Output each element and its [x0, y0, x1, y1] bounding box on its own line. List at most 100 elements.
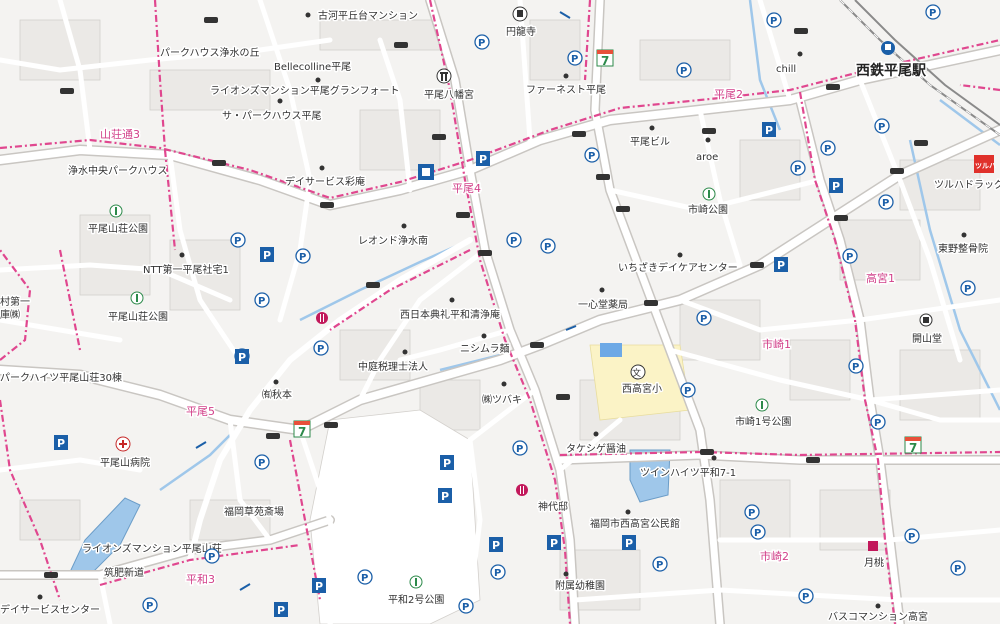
place-label-3: パークハウス浄水の丘	[160, 46, 260, 59]
area-label-3: 平尾2	[714, 88, 743, 101]
parking-icon: P	[652, 556, 668, 572]
svg-text:P: P	[625, 537, 633, 550]
svg-text:P: P	[479, 153, 487, 166]
place-label-16: レオンド浄水南	[358, 234, 428, 247]
area-label-2: 平尾4	[452, 182, 481, 195]
place-label-40: 平和2号公園	[388, 594, 444, 606]
svg-text:P: P	[852, 362, 859, 373]
parking-icon: P	[904, 528, 920, 544]
parking-icon: P	[254, 292, 270, 308]
svg-text:P: P	[802, 592, 809, 603]
place-label-43: ツルハドラッグ	[934, 178, 1000, 191]
place-label-32: ツインハイツ平和7-1	[640, 467, 736, 479]
svg-text:P: P	[754, 528, 761, 539]
place-label-31: タケシゲ醤油	[566, 442, 626, 455]
svg-text:P: P	[777, 259, 785, 272]
temple-icon	[512, 6, 528, 22]
hospital-icon	[115, 436, 131, 452]
svg-text:P: P	[846, 252, 853, 263]
svg-text:P: P	[700, 314, 707, 325]
school-pool	[600, 343, 622, 357]
svg-text:P: P	[765, 124, 773, 137]
shop-icon	[868, 541, 878, 551]
svg-text:P: P	[684, 386, 691, 397]
place-label-13: デイサービス彩庵	[285, 175, 365, 188]
area-label-8: 市崎2	[760, 549, 789, 563]
svg-text:P: P	[680, 66, 687, 77]
parking-square-icon: P	[440, 455, 454, 470]
parking-icon: P	[820, 140, 836, 156]
place-label-25: 西高宮小	[622, 382, 662, 395]
place-label-18: 東野整骨院	[938, 242, 988, 255]
svg-text:P: P	[882, 198, 889, 209]
parking-icon: P	[848, 358, 864, 374]
restaurant-icon	[516, 484, 528, 496]
place-label-12: 浄水中央パークハウス	[68, 164, 168, 177]
parking-icon: P	[878, 194, 894, 210]
svg-text:7: 7	[298, 425, 306, 439]
parking-square-icon: P	[489, 537, 503, 552]
parking-icon: P	[567, 50, 583, 66]
place-label-8: サ・パークハウス平尾	[222, 110, 322, 122]
restaurant-icon	[316, 312, 328, 324]
place-label-46: 庫㈱	[0, 308, 20, 321]
parking-icon: P	[870, 414, 886, 430]
place-label-33: 福岡草苑斎場	[224, 505, 284, 518]
parking-icon: P	[676, 62, 692, 78]
place-label-42: バスコマンション高宮	[828, 610, 928, 623]
parking-square-icon: P	[54, 435, 68, 450]
place-label-29: 市崎1号公園	[735, 415, 791, 428]
convenience-store-icon: 7	[596, 49, 614, 68]
place-label-21: 一心堂薬局	[578, 299, 628, 311]
svg-text:P: P	[492, 539, 500, 552]
school-icon: 文	[630, 364, 646, 380]
place-label-5: ライオンズマンション平尾グランフォート	[210, 84, 400, 97]
svg-text:7: 7	[909, 441, 917, 455]
svg-text:P: P	[656, 560, 663, 571]
place-label-9: 平尾ビル	[630, 136, 670, 148]
place-label-15: 平尾山荘公園	[88, 223, 148, 235]
svg-text:P: P	[361, 573, 368, 584]
svg-text:P: P	[57, 437, 65, 450]
parking-icon: P	[204, 548, 220, 564]
park-icon	[130, 291, 144, 305]
map-svg[interactable]: 山荘通3 平尾4 平尾2 平尾5 平和3 高宮1 市崎1 市崎2 西鉄平尾駅 古…	[0, 0, 1000, 624]
place-label-1: 古河平丘台マンション	[318, 9, 418, 22]
parking-icon: P	[540, 238, 556, 254]
svg-text:P: P	[878, 122, 885, 133]
convenience-store-icon: 7	[904, 436, 922, 455]
svg-text:P: P	[516, 444, 523, 455]
parking-icon: P	[506, 232, 522, 248]
svg-text:P: P	[208, 552, 215, 563]
map-canvas[interactable]: 山荘通3 平尾4 平尾2 平尾5 平和3 高宮1 市崎1 市崎2 西鉄平尾駅 古…	[0, 0, 1000, 624]
area-label-7: 市崎1	[762, 337, 791, 351]
place-label-23: 西日本典礼平和清浄庵	[400, 308, 500, 321]
parking-square-icon: P	[762, 122, 776, 137]
svg-text:P: P	[588, 151, 595, 162]
place-label-37: 筑肥新道	[104, 566, 144, 579]
parking-icon: P	[584, 147, 600, 163]
park-icon	[409, 575, 423, 589]
place-label-38: 月桃	[864, 556, 884, 569]
svg-text:P: P	[234, 236, 241, 247]
area-label-4: 平尾5	[186, 405, 215, 418]
parking-icon: P	[790, 160, 806, 176]
svg-text:P: P	[748, 508, 755, 519]
place-label-4: Bellecolline平尾	[274, 61, 351, 73]
parking-icon: P	[798, 588, 814, 604]
parking-icon: P	[295, 248, 311, 264]
place-label-17: いちざきデイケアセンター	[618, 261, 738, 274]
svg-text:P: P	[510, 236, 517, 247]
svg-text:P: P	[832, 180, 840, 193]
parking-icon: P	[458, 598, 474, 614]
drugstore-marker[interactable]: ツルハ	[974, 155, 996, 173]
place-label-14: 市崎公園	[688, 203, 728, 216]
place-label-10: chill	[776, 64, 796, 75]
svg-text:P: P	[478, 38, 485, 49]
svg-text:P: P	[462, 602, 469, 613]
place-label-20: 平尾山荘公園	[108, 311, 168, 323]
area-label-5: 平和3	[186, 573, 215, 586]
place-label-6: 平尾八幡宮	[424, 88, 474, 101]
parking-icon: P	[925, 4, 941, 20]
parking-icon: P	[230, 232, 246, 248]
